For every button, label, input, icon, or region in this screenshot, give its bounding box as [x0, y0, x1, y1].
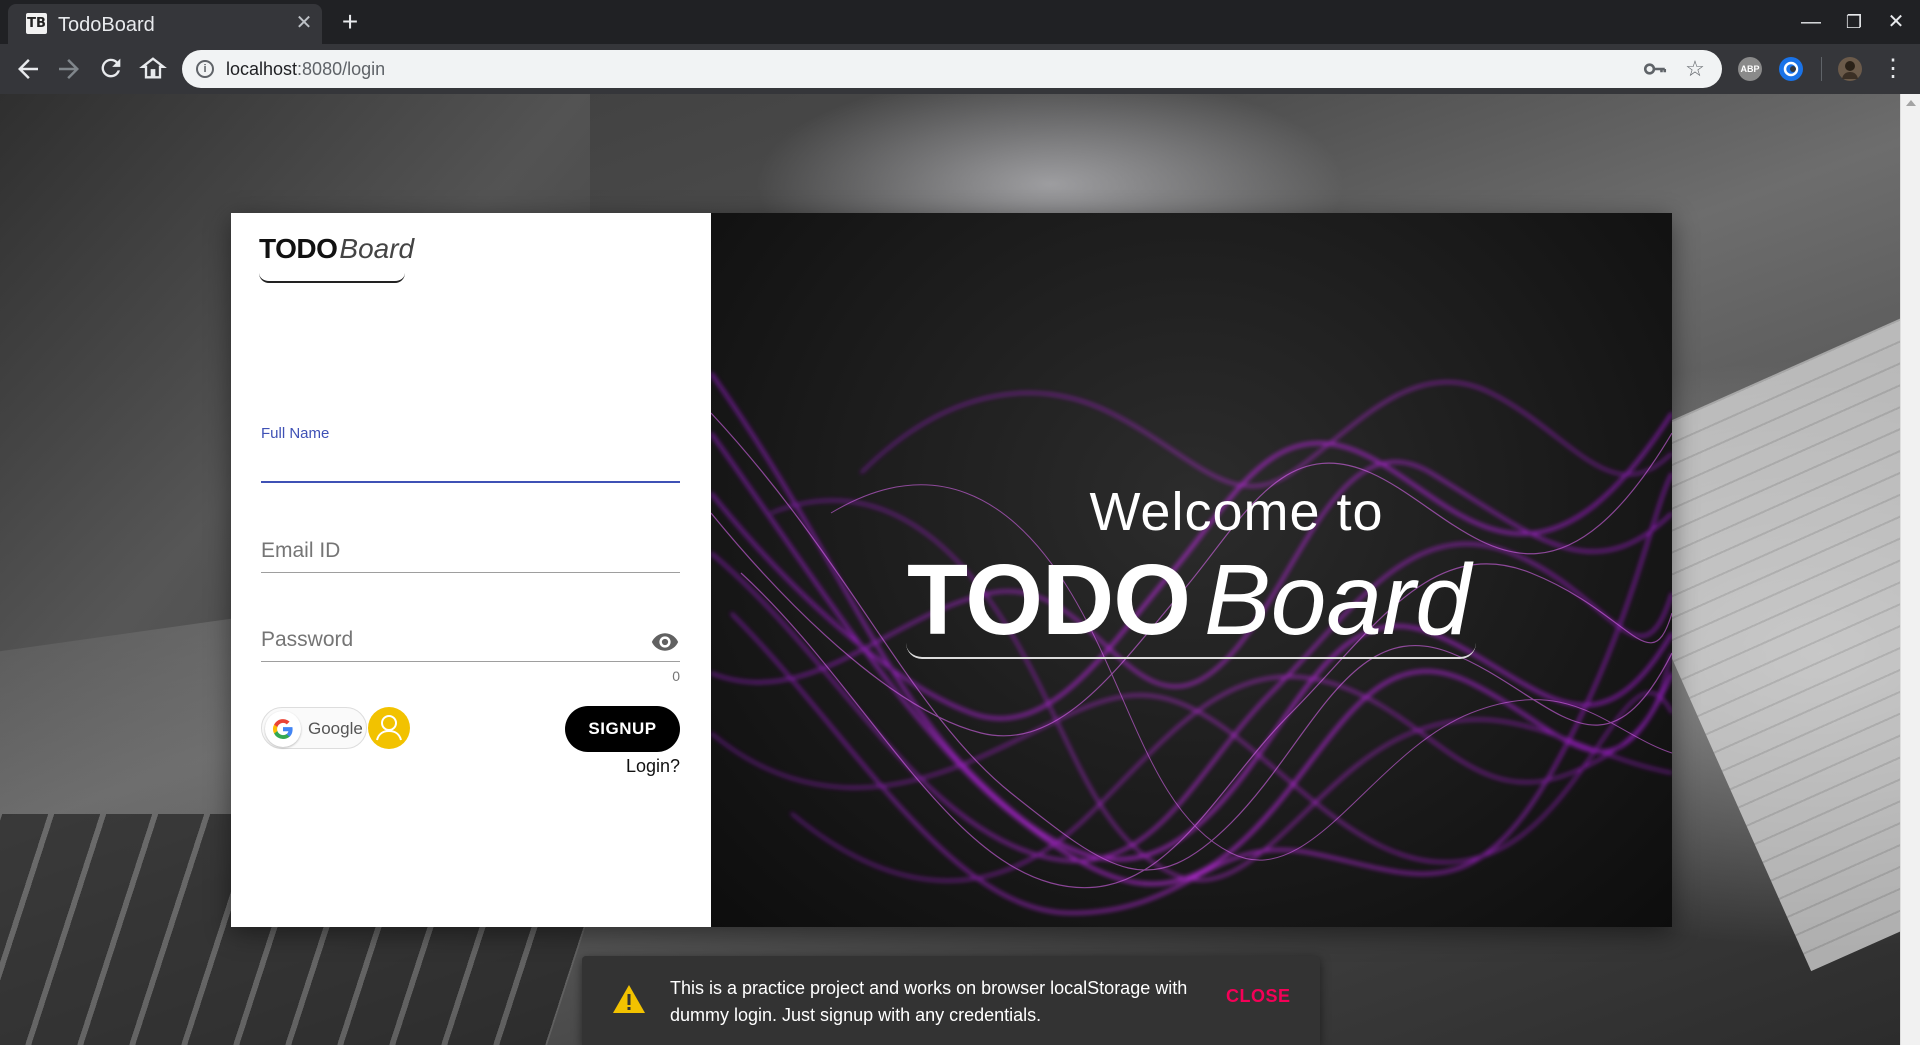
window-close-button[interactable]: ✕: [1882, 8, 1910, 36]
forward-button[interactable]: [54, 54, 84, 84]
info-snackbar: This is a practice project and works on …: [582, 956, 1320, 1045]
logo-underline: [259, 273, 405, 283]
minimize-button[interactable]: —: [1797, 8, 1825, 36]
full-name-field[interactable]: Full Name: [261, 425, 680, 483]
login-link[interactable]: Login?: [565, 756, 680, 777]
menu-icon[interactable]: ⋮: [1878, 54, 1908, 84]
hero-welcome-text: Welcome to: [1089, 482, 1384, 542]
info-icon[interactable]: i: [196, 60, 214, 78]
google-button-label: Google: [308, 719, 363, 738]
password-field[interactable]: Password: [261, 621, 680, 662]
favicon-icon: TB: [26, 13, 47, 34]
url-text: localhost:8080/login: [226, 59, 386, 79]
logo-todo-text: TODO: [259, 233, 338, 264]
warning-icon: [612, 984, 646, 1014]
address-bar[interactable]: i localhost:8080/login ☆: [182, 50, 1722, 88]
full-name-underline: [261, 481, 680, 483]
email-underline: [261, 572, 680, 573]
back-button[interactable]: [13, 54, 43, 84]
hero-board-text: Board: [1204, 544, 1471, 656]
bookmark-star-icon[interactable]: ☆: [1682, 56, 1708, 82]
snackbar-close-button[interactable]: CLOSE: [1226, 986, 1291, 1007]
google-g-icon: [265, 711, 301, 747]
snackbar-message: This is a practice project and works on …: [670, 978, 1188, 1025]
key-icon[interactable]: [1642, 56, 1668, 82]
browser-tab[interactable]: TB TodoBoard ✕: [8, 4, 322, 44]
restore-button[interactable]: ❐: [1840, 8, 1868, 36]
tab-title: TodoBoard: [58, 14, 155, 36]
adblock-extension-icon[interactable]: ABP: [1738, 57, 1762, 81]
hero-underline: [906, 643, 1476, 659]
reload-icon: [101, 58, 121, 78]
browser-toolbar: i localhost:8080/login ☆ ABP ⋮: [0, 44, 1920, 94]
full-name-label: Full Name: [261, 425, 330, 442]
password-underline: [261, 661, 680, 662]
user-icon: [376, 715, 402, 741]
browser-tabstrip: TB TodoBoard ✕ + — ❐ ✕: [0, 0, 1920, 44]
login-card: TODOBoard Full Name Email ID Password 0: [231, 213, 1672, 927]
signup-button[interactable]: SIGNUP: [565, 706, 680, 752]
logo-board-text: Board: [339, 233, 415, 264]
arrow-left-icon: [18, 59, 38, 79]
password-placeholder: Password: [261, 628, 354, 651]
toolbar-divider: [1821, 57, 1822, 81]
page-scrollbar[interactable]: [1900, 94, 1920, 1045]
hero-todo-text: TODO: [907, 544, 1191, 656]
eye-icon[interactable]: [650, 627, 680, 657]
google-login-button[interactable]: Google: [261, 707, 367, 749]
new-tab-button[interactable]: +: [336, 8, 364, 36]
signup-form-panel: TODOBoard Full Name Email ID Password 0: [231, 213, 711, 927]
reload-button[interactable]: [96, 54, 126, 84]
email-placeholder: Email ID: [261, 539, 341, 562]
profile-avatar[interactable]: [1838, 57, 1862, 81]
home-button[interactable]: [138, 54, 168, 84]
hero-title: TODO Board: [907, 543, 1471, 658]
welcome-hero-panel: Welcome to TODO Board: [711, 213, 1672, 927]
scroll-up-arrow-icon[interactable]: [1906, 100, 1916, 106]
app-logo: TODOBoard: [259, 233, 414, 285]
extension-icon[interactable]: [1779, 57, 1803, 81]
tab-close-icon[interactable]: ✕: [292, 11, 316, 35]
password-char-counter: 0: [672, 668, 680, 684]
guest-login-button[interactable]: [368, 707, 410, 749]
email-field[interactable]: Email ID: [261, 533, 680, 573]
home-icon: [139, 57, 167, 79]
arrow-right-icon: [59, 59, 79, 79]
